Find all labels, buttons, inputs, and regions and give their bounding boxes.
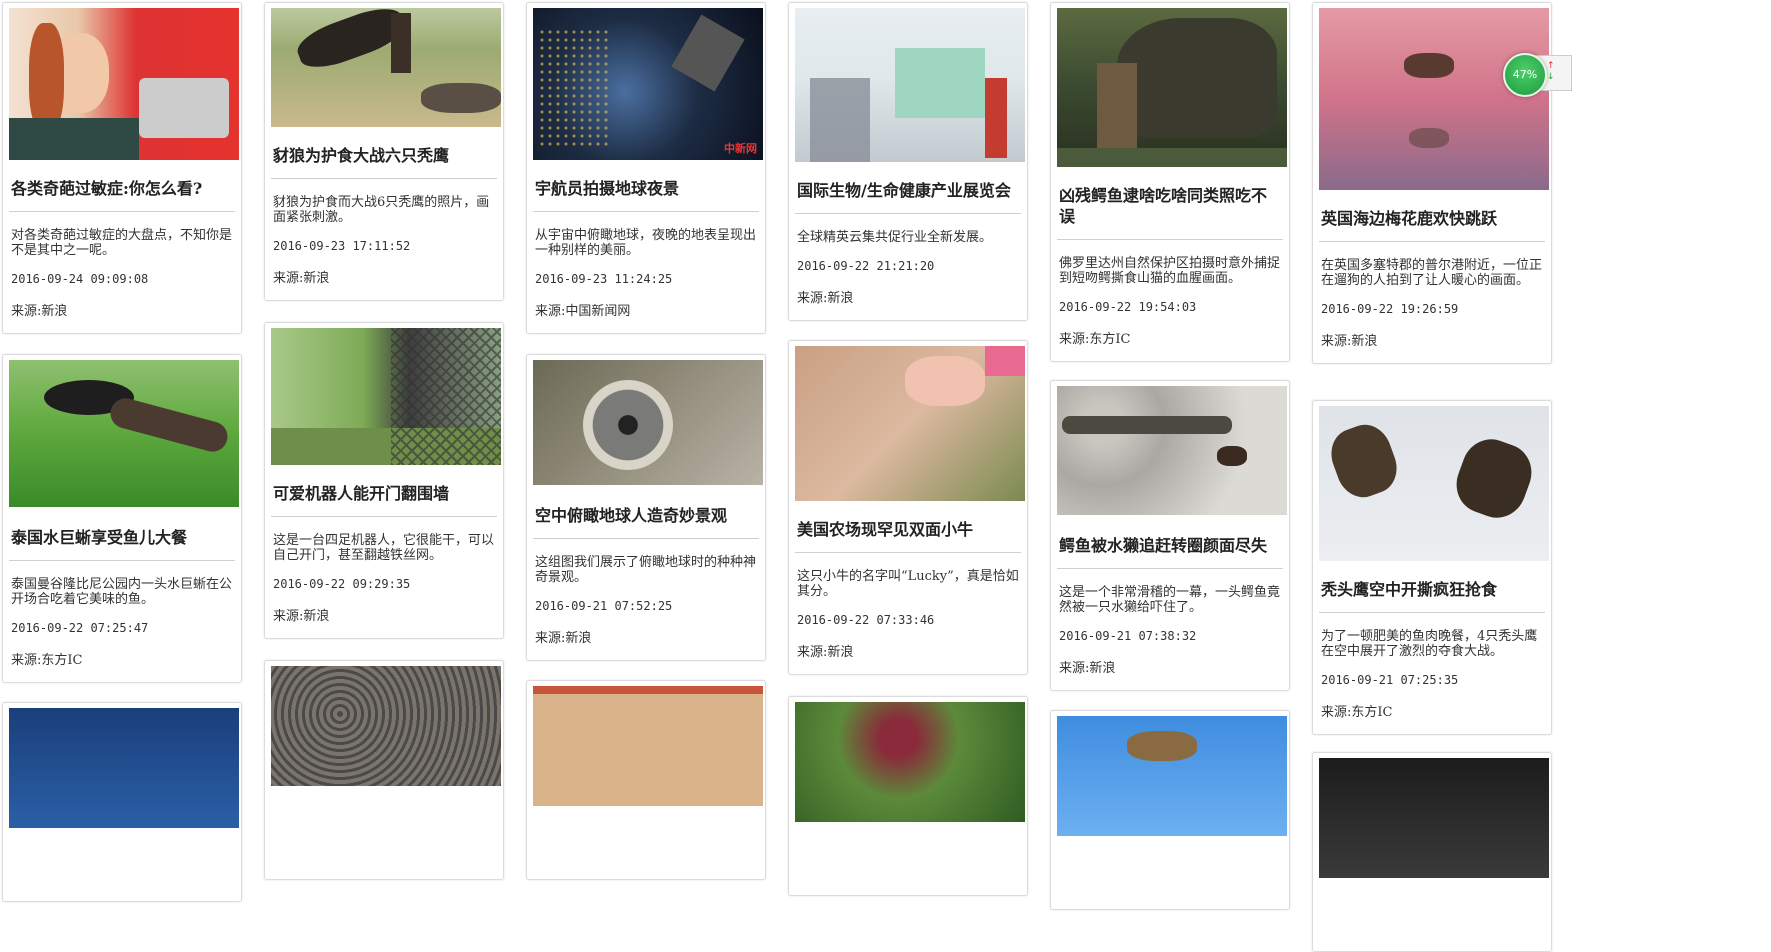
usage-percent: 47% [1512,68,1538,81]
card-source: 来源:新浪 [273,271,330,286]
card-image[interactable] [271,666,501,786]
card-description: 这是一个非常滑稽的一幕，一头鳄鱼竟然被一只水獭给吓住了。 [1059,585,1281,615]
news-card[interactable] [1312,752,1552,952]
news-card[interactable]: 凶残鳄鱼逮啥吃啥同类照吃不误 佛罗里达州自然保护区拍摄时意外捕捉到短吻鳄撕食山猫… [1050,2,1290,362]
card-description: 对各类奇葩过敏症的大盘点，不知你是不是其中之一呢。 [11,228,233,258]
card-source: 来源:新浪 [797,645,854,660]
card-image[interactable] [9,708,239,828]
card-date: 2016-09-22 07:33:46 [797,613,935,627]
news-card[interactable] [788,696,1028,896]
card-image[interactable] [795,346,1025,501]
card-source: 来源:新浪 [797,291,854,306]
card-source: 来源:新浪 [535,631,592,646]
card-date: 2016-09-21 07:38:32 [1059,629,1197,643]
card-image[interactable] [1319,406,1549,561]
card-source: 来源:新浪 [1321,334,1378,349]
card-description: 这只小牛的名字叫“Lucky”，真是恰如其分。 [797,569,1019,599]
card-description: 这组图我们展示了俯瞰地球时的种种神奇景观。 [535,555,757,585]
news-card[interactable] [2,702,242,902]
card-date: 2016-09-22 09:29:35 [273,577,411,591]
card-source: 来源:东方IC [1321,705,1393,720]
card-description: 为了一顿肥美的鱼肉晚餐，4只秃头鹰在空中展开了激烈的夺食大战。 [1321,629,1538,659]
news-card[interactable] [526,680,766,880]
card-title[interactable]: 英国海边梅花鹿欢快跳跃 [1319,190,1545,242]
card-source: 来源:东方IC [1059,332,1131,347]
card-description: 全球精英云集共促行业全新发展。 [797,230,993,245]
card-title[interactable]: 国际生物/生命健康产业展览会 [795,162,1021,214]
card-title[interactable]: 美国农场现罕见双面小牛 [795,501,1021,553]
card-description: 从宇宙中俯瞰地球，夜晚的地表呈现出一种别样的美丽。 [535,228,757,258]
card-image[interactable] [1057,8,1287,167]
news-card[interactable]: 各类奇葩过敏症:你怎么看? 对各类奇葩过敏症的大盘点，不知你是不是其中之一呢。 … [2,2,242,334]
card-source: 来源:东方IC [11,653,83,668]
card-image[interactable] [533,686,763,806]
card-description: 这是一台四足机器人，它很能干，可以自己开门，甚至翻越铁丝网。 [273,533,495,563]
watermark-text: 中新网 [724,142,757,155]
card-image[interactable] [271,328,501,465]
card-image[interactable] [533,360,763,485]
card-title[interactable]: 豺狼为护食大战六只秃鹰 [271,127,497,179]
card-image[interactable] [795,702,1025,822]
card-date: 2016-09-22 07:25:47 [11,621,149,635]
card-date: 2016-09-22 19:54:03 [1059,300,1197,314]
card-title[interactable]: 鳄鱼被水獭追赶转圈颜面尽失 [1057,515,1283,569]
card-source: 来源:中国新闻网 [535,304,631,319]
card-image[interactable] [1057,716,1287,836]
card-image[interactable] [1319,8,1549,190]
card-title[interactable]: 可爱机器人能开门翻围墙 [271,465,497,517]
news-card[interactable]: 国际生物/生命健康产业展览会 全球精英云集共促行业全新发展。 2016-09-2… [788,2,1028,321]
card-title[interactable]: 秃头鹰空中开撕疯狂抢食 [1319,561,1545,613]
card-image[interactable] [9,360,239,507]
news-card[interactable]: 可爱机器人能开门翻围墙 这是一台四足机器人，它很能干，可以自己开门，甚至翻越铁丝… [264,322,504,639]
news-card[interactable]: 泰国水巨蜥享受鱼儿大餐 泰国曼谷隆比尼公园内一头水巨蜥在公开场合吃着它美味的鱼。… [2,354,242,683]
card-image[interactable] [1319,758,1549,878]
news-card[interactable] [264,660,504,880]
card-source: 来源:新浪 [273,609,330,624]
card-date: 2016-09-23 11:24:25 [535,272,673,286]
card-image[interactable] [271,8,501,127]
card-description: 豺狼为护食而大战6只秃鹰的照片，画面紧张刺激。 [273,195,490,225]
card-source: 来源:新浪 [11,304,68,319]
memory-usage-widget[interactable]: 47% [1503,53,1547,97]
arrow-up-icon: ↑ [1547,61,1555,71]
news-card[interactable]: 秃头鹰空中开撕疯狂抢食 为了一顿肥美的鱼肉晚餐，4只秃头鹰在空中展开了激烈的夺食… [1312,400,1552,735]
card-title[interactable]: 空中俯瞰地球人造奇妙景观 [533,485,759,539]
card-title[interactable]: 凶残鳄鱼逮啥吃啥同类照吃不误 [1057,167,1283,240]
arrow-down-icon: ↓ [1547,72,1555,82]
card-title[interactable]: 宇航员拍摄地球夜景 [533,160,759,212]
news-card[interactable]: 豺狼为护食大战六只秃鹰 豺狼为护食而大战6只秃鹰的照片，画面紧张刺激。 2016… [264,2,504,301]
card-source: 来源:新浪 [1059,661,1116,676]
card-description: 佛罗里达州自然保护区拍摄时意外捕捉到短吻鳄撕食山猫的血腥画面。 [1059,256,1281,286]
card-description: 泰国曼谷隆比尼公园内一头水巨蜥在公开场合吃着它美味的鱼。 [11,577,233,607]
card-date: 2016-09-22 19:26:59 [1321,302,1459,316]
card-date: 2016-09-21 07:25:35 [1321,673,1459,687]
news-card[interactable]: 中新网 宇航员拍摄地球夜景 从宇宙中俯瞰地球，夜晚的地表呈现出一种别样的美丽。 … [526,2,766,334]
card-image[interactable] [795,8,1025,162]
card-date: 2016-09-21 07:52:25 [535,599,673,613]
card-date: 2016-09-22 21:21:20 [797,259,935,273]
card-date: 2016-09-24 09:09:08 [11,272,149,286]
news-card[interactable]: 鳄鱼被水獭追赶转圈颜面尽失 这是一个非常滑稽的一幕，一头鳄鱼竟然被一只水獭给吓住… [1050,380,1290,691]
card-title[interactable]: 各类奇葩过敏症:你怎么看? [9,160,235,212]
card-title[interactable]: 泰国水巨蜥享受鱼儿大餐 [9,507,235,561]
news-card[interactable]: 空中俯瞰地球人造奇妙景观 这组图我们展示了俯瞰地球时的种种神奇景观。 2016-… [526,354,766,661]
card-image[interactable] [9,8,239,160]
news-card[interactable] [1050,710,1290,910]
card-date: 2016-09-23 17:11:52 [273,239,411,253]
card-image[interactable]: 中新网 [533,8,763,160]
news-card[interactable]: 美国农场现罕见双面小牛 这只小牛的名字叫“Lucky”，真是恰如其分。 2016… [788,340,1028,675]
speed-arrows: ↑ ↓ [1547,61,1555,83]
card-description: 在英国多塞特郡的普尔港附近，一位正在遛狗的人拍到了让人暖心的画面。 [1321,258,1543,288]
card-image[interactable] [1057,386,1287,515]
